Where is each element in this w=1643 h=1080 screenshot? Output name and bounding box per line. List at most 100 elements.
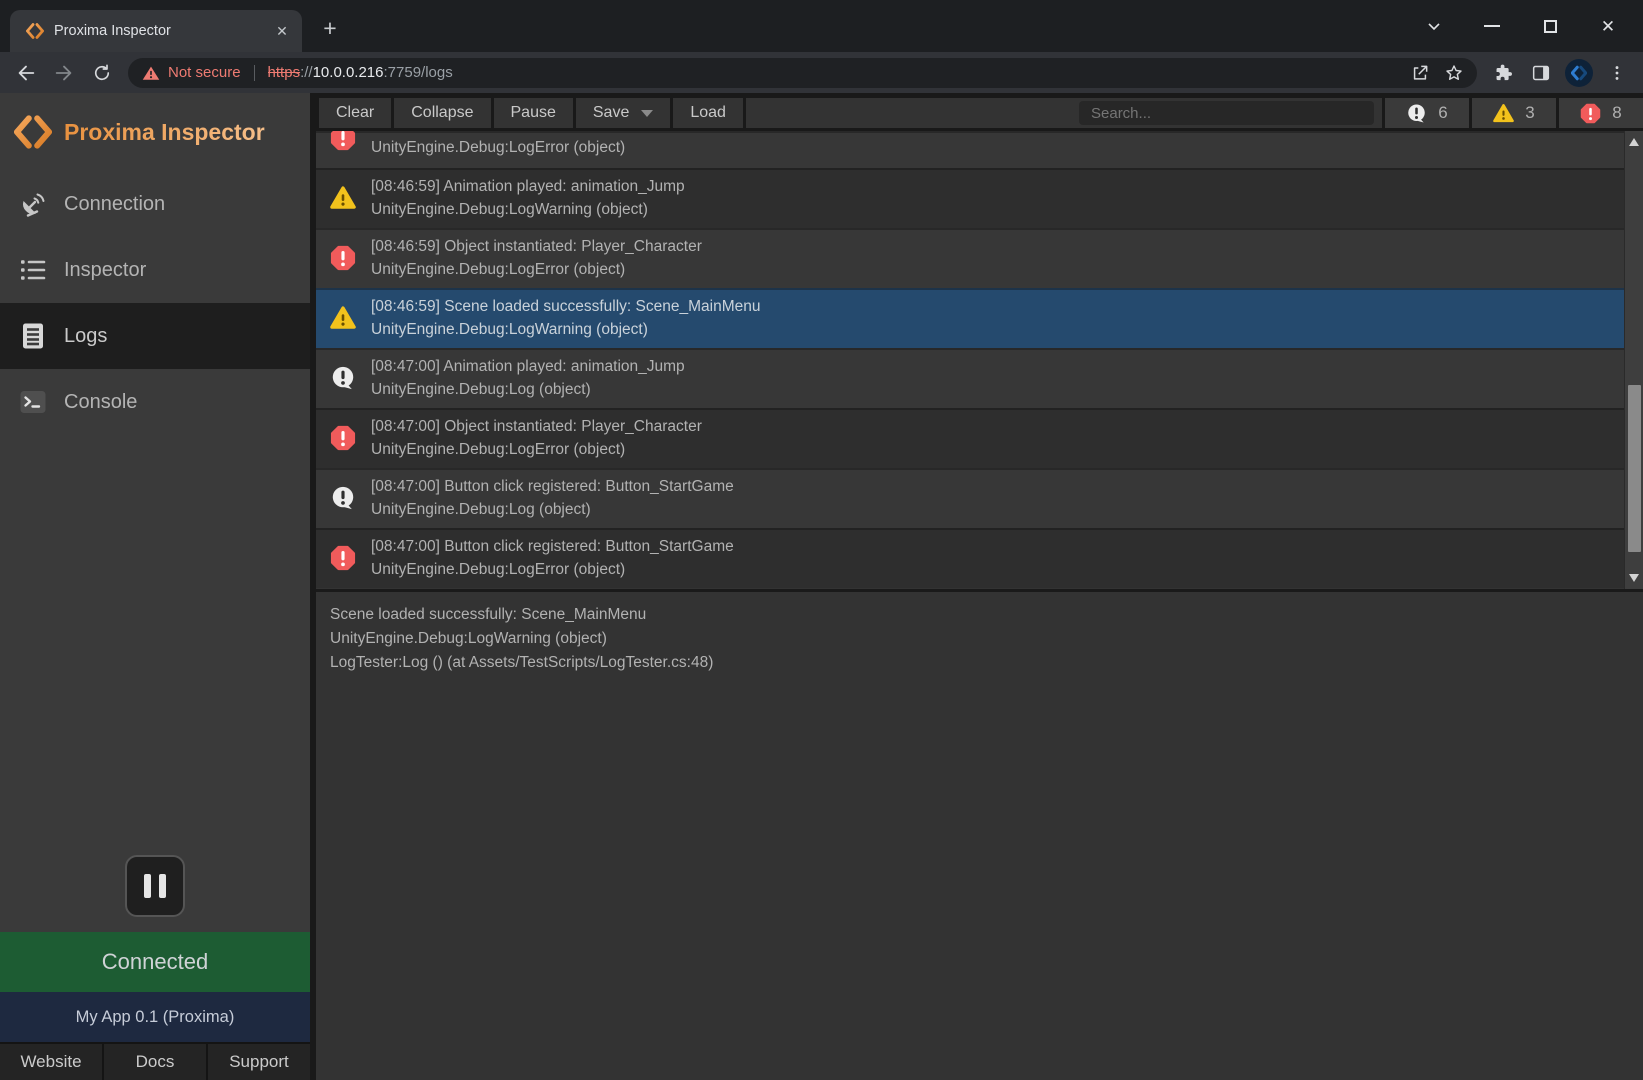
address-bar[interactable]: Not secure https://10.0.0.216:7759/logs xyxy=(128,58,1477,88)
footer-docs-link[interactable]: Docs xyxy=(104,1044,206,1080)
search-input[interactable] xyxy=(1079,101,1374,125)
detail-line: UnityEngine.Debug:LogWarning (object) xyxy=(330,627,1629,651)
proxima-logo-icon xyxy=(14,113,52,151)
info-icon xyxy=(330,485,356,511)
toolbar-button-label: Pause xyxy=(511,104,556,122)
sidebar-nav: Connection Inspector Logs Console xyxy=(0,171,310,435)
log-source: UnityEngine.Debug:LogError (object) xyxy=(371,136,625,159)
log-message: [08:47:00] Button click registered: Butt… xyxy=(371,535,734,558)
log-source: UnityEngine.Debug:LogError (object) xyxy=(371,438,702,461)
connection-status-badge: Connected xyxy=(0,932,310,992)
sidebar-item-logs[interactable]: Logs xyxy=(0,303,310,369)
browser-menu-kebab-icon[interactable] xyxy=(1599,55,1635,91)
logs-toolbar: Clear Collapse Pause Save Load 63 8 xyxy=(316,93,1643,131)
avatar-logo-icon xyxy=(1565,59,1593,87)
toolbar-clear-button[interactable]: Clear xyxy=(319,98,391,128)
toolbar-button-label: Load xyxy=(690,104,726,122)
side-panel-icon[interactable] xyxy=(1523,55,1559,91)
dropdown-caret-icon[interactable] xyxy=(641,110,653,117)
profile-avatar[interactable] xyxy=(1561,55,1597,91)
not-secure-warning-icon xyxy=(142,64,160,82)
log-message: [08:46:59] Animation played: animation_J… xyxy=(371,175,685,198)
tab-close-icon[interactable]: ✕ xyxy=(272,21,292,41)
window-controls: ✕ xyxy=(1405,0,1637,52)
log-message: [08:47:00] Object instantiated: Player_C… xyxy=(371,415,702,438)
satellite-icon xyxy=(18,189,48,219)
maximize-button[interactable] xyxy=(1521,0,1579,52)
toolbar-collapse-button[interactable]: Collapse xyxy=(394,98,490,128)
footer-support-link[interactable]: Support xyxy=(208,1044,310,1080)
reload-button[interactable] xyxy=(84,55,120,91)
log-entry[interactable]: UnityEngine.Debug:LogError (object) xyxy=(316,131,1643,168)
filter-error-toggle[interactable]: 8 xyxy=(1559,98,1643,128)
pause-stream-button[interactable] xyxy=(125,855,185,917)
toolbar-button-label: Clear xyxy=(336,104,374,122)
extensions-puzzle-icon[interactable] xyxy=(1485,55,1521,91)
counter-value: 8 xyxy=(1612,103,1621,123)
log-entry-text: UnityEngine.Debug:LogError (object) xyxy=(371,136,625,159)
log-source: UnityEngine.Debug:Log (object) xyxy=(371,378,685,401)
log-entry[interactable]: [08:46:59] Scene loaded successfully: Sc… xyxy=(316,288,1643,348)
terminal-icon xyxy=(18,387,48,417)
sidebar-item-connection[interactable]: Connection xyxy=(0,171,310,237)
not-secure-label[interactable]: Not secure xyxy=(168,64,241,81)
url-text: https://10.0.0.216:7759/logs xyxy=(268,64,453,81)
logs-page: Clear Collapse Pause Save Load 63 8 UnityEngi… xyxy=(310,93,1643,1080)
log-entry[interactable]: [08:46:59] Animation played: animation_J… xyxy=(316,168,1643,228)
share-icon[interactable] xyxy=(1405,58,1435,88)
back-button[interactable] xyxy=(8,55,44,91)
info-icon xyxy=(330,365,356,391)
log-entry[interactable]: [08:47:00] Object instantiated: Player_C… xyxy=(316,408,1643,468)
browser-window: Proxima Inspector ✕ + ✕ Not secure xyxy=(0,0,1643,1080)
sidebar-item-label: Inspector xyxy=(64,259,146,282)
scroll-down-icon[interactable] xyxy=(1629,574,1639,582)
pause-icon xyxy=(159,874,166,898)
scroll-up-icon[interactable] xyxy=(1629,138,1639,146)
sidebar-item-console[interactable]: Console xyxy=(0,369,310,435)
log-entry[interactable]: [08:47:00] Animation played: animation_J… xyxy=(316,348,1643,408)
error-icon xyxy=(330,425,356,451)
new-tab-button[interactable]: + xyxy=(316,14,344,42)
document-icon xyxy=(18,321,48,351)
log-entry[interactable]: [08:47:00] Button click registered: Butt… xyxy=(316,528,1643,588)
minimize-button[interactable] xyxy=(1463,0,1521,52)
forward-button[interactable] xyxy=(46,55,82,91)
footer-website-link[interactable]: Website xyxy=(0,1044,102,1080)
info-icon xyxy=(1406,103,1427,124)
pause-icon xyxy=(144,874,151,898)
toolbar-pause-button[interactable]: Pause xyxy=(494,98,573,128)
bookmark-star-icon[interactable] xyxy=(1439,58,1469,88)
warning-icon xyxy=(330,185,356,211)
filter-info-toggle[interactable]: 6 xyxy=(1385,98,1469,128)
log-source: UnityEngine.Debug:LogError (object) xyxy=(371,258,702,281)
browser-tab[interactable]: Proxima Inspector ✕ xyxy=(10,10,302,52)
log-source: UnityEngine.Debug:LogError (object) xyxy=(371,558,734,581)
warning-icon xyxy=(1493,103,1514,124)
toolbar-save-button[interactable]: Save xyxy=(576,98,670,128)
tab-search-chevron-icon[interactable] xyxy=(1405,0,1463,52)
log-source: UnityEngine.Debug:Log (object) xyxy=(371,498,734,521)
brand: Proxima Inspector xyxy=(0,93,310,157)
minimize-icon xyxy=(1484,25,1500,27)
toolbar-search-area xyxy=(746,98,1382,128)
browser-titlebar: Proxima Inspector ✕ + ✕ xyxy=(0,0,1643,52)
detail-line: Scene loaded successfully: Scene_MainMen… xyxy=(330,603,1629,627)
toolbar-button-label: Collapse xyxy=(411,104,473,122)
log-scrollbar[interactable] xyxy=(1624,131,1643,589)
toolbar-load-button[interactable]: Load xyxy=(673,98,743,128)
sidebar-item-inspector[interactable]: Inspector xyxy=(0,237,310,303)
log-entry[interactable]: [08:46:59] Object instantiated: Player_C… xyxy=(316,228,1643,288)
sidebar: Proxima Inspector Connection Inspector Log… xyxy=(0,93,310,1080)
error-icon xyxy=(330,545,356,571)
log-entry[interactable]: [08:47:00] Button click registered: Butt… xyxy=(316,468,1643,528)
filter-warning-toggle[interactable]: 3 xyxy=(1472,98,1556,128)
proxima-favicon-icon xyxy=(26,22,44,40)
log-source: UnityEngine.Debug:LogWarning (object) xyxy=(371,318,760,341)
tab-title: Proxima Inspector xyxy=(54,23,262,39)
scrollbar-thumb[interactable] xyxy=(1628,385,1641,552)
sidebar-item-label: Console xyxy=(64,391,137,414)
close-window-button[interactable]: ✕ xyxy=(1579,0,1637,52)
log-message: [08:47:00] Button click registered: Butt… xyxy=(371,475,734,498)
log-entry-text: [08:46:59] Object instantiated: Player_C… xyxy=(371,235,702,281)
app-title: Proxima Inspector xyxy=(64,119,265,146)
